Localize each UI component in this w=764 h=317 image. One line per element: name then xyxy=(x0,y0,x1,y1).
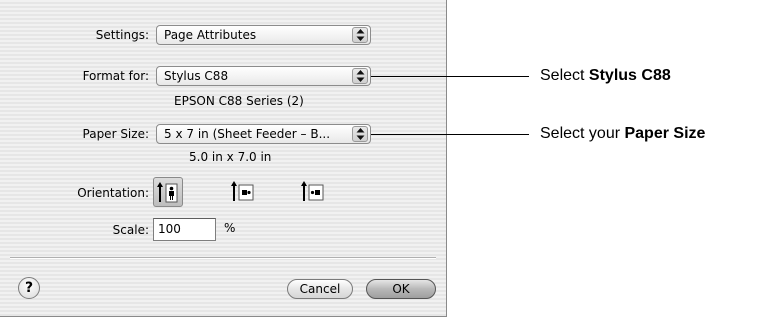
paper-dimensions: 5.0 in x 7.0 in xyxy=(189,150,272,164)
printer-callout-line xyxy=(371,76,529,77)
format-for-popup[interactable]: Stylus C88 xyxy=(156,66,371,86)
printer-callout-prefix: Select xyxy=(540,67,589,84)
printer-callout-name: Stylus C88 xyxy=(588,67,671,84)
paper-callout-prefix: Select your xyxy=(540,125,625,142)
help-button[interactable]: ? xyxy=(18,277,40,299)
paper-size-popup[interactable]: 5 x 7 in (Sheet Feeder – B... xyxy=(156,124,371,144)
portrait-orientation-icon xyxy=(157,182,178,203)
orientation-label: Orientation: xyxy=(77,186,149,200)
format-for-label: Format for: xyxy=(82,69,149,83)
landscape-left-orientation-icon xyxy=(231,181,254,201)
up-down-arrows-icon xyxy=(352,126,368,142)
paper-callout-name: Paper Size xyxy=(624,125,706,142)
separator xyxy=(10,257,436,259)
paper-callout-line xyxy=(371,134,529,135)
paper-size-label: Paper Size: xyxy=(82,127,149,141)
printer-callout: Select Stylus C88 xyxy=(540,67,671,85)
landscape-right-orientation-icon xyxy=(301,181,324,201)
printer-description: EPSON C88 Series (2) xyxy=(174,94,304,108)
up-down-arrows-icon xyxy=(352,68,368,84)
ok-button[interactable]: OK xyxy=(366,279,436,299)
landscape-left-orientation-button[interactable] xyxy=(228,177,258,207)
paper-callout: Select your Paper Size xyxy=(540,125,705,143)
portrait-orientation-button[interactable] xyxy=(153,177,183,207)
cancel-button[interactable]: Cancel xyxy=(287,279,353,299)
paper-size-popup-value: 5 x 7 in (Sheet Feeder – B... xyxy=(164,127,331,141)
up-down-arrows-icon xyxy=(352,27,368,43)
page-setup-dialog: Settings: Page Attributes Format for: St… xyxy=(0,0,447,317)
scale-unit: % xyxy=(224,221,236,235)
settings-popup[interactable]: Page Attributes xyxy=(156,25,371,45)
settings-label: Settings: xyxy=(95,28,149,42)
settings-popup-value: Page Attributes xyxy=(164,28,257,42)
scale-input[interactable]: 100 xyxy=(153,218,216,241)
landscape-right-orientation-button[interactable] xyxy=(298,177,328,207)
scale-label: Scale: xyxy=(112,223,149,237)
format-for-popup-value: Stylus C88 xyxy=(164,69,229,83)
